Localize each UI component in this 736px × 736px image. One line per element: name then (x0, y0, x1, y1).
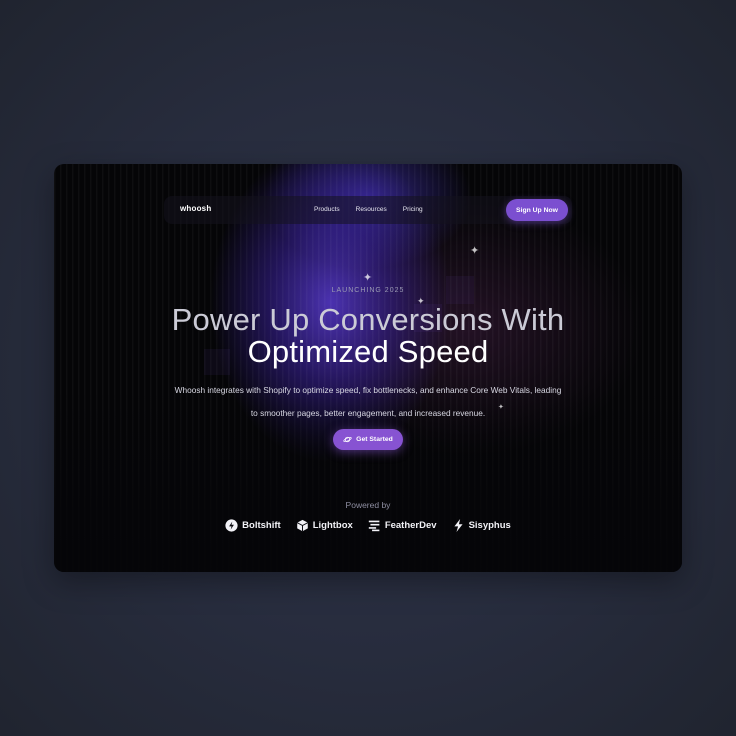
bolt-icon (225, 519, 238, 532)
partner-name: Boltshift (242, 520, 281, 531)
hero-frame: ✦ ✦ ✦ ✦ whoosh Products Resources Pricin… (54, 164, 682, 572)
partner-boltshift: Boltshift (225, 519, 281, 532)
powered-by-label: Powered by (345, 500, 391, 510)
cube-icon (296, 519, 308, 532)
sparkle-icon: ✦ (470, 245, 480, 257)
partner-featherdev: FeatherDev (368, 519, 437, 532)
planet-icon (343, 436, 352, 443)
lightning-icon (454, 519, 463, 532)
get-started-button[interactable]: Get Started (333, 429, 403, 450)
hero-subtitle-line2: to smoother pages, better engagement, an… (250, 408, 486, 418)
nav-links: Products Resources Pricing (314, 206, 423, 213)
nav-link-products[interactable]: Products (314, 206, 340, 213)
sign-up-button[interactable]: Sign Up Now (506, 199, 568, 221)
partner-sisyphus: Sisyphus (452, 519, 511, 532)
nav-link-pricing[interactable]: Pricing (403, 206, 423, 213)
hero-title-line2: Optimized Speed (247, 334, 489, 369)
hero-title-line1: Power Up Conversions With (171, 302, 565, 337)
launch-eyebrow: LAUNCHING 2025 (331, 287, 405, 294)
partner-name: Sisyphus (468, 520, 511, 531)
partner-name: FeatherDev (384, 520, 437, 531)
nav-link-resources[interactable]: Resources (356, 206, 387, 213)
feather-icon (368, 520, 380, 532)
hero-subtitle: Whoosh integrates with Shopify to optimi… (144, 379, 592, 425)
hero-subtitle-line1: Whoosh integrates with Shopify to optimi… (174, 385, 562, 395)
partner-name: Lightbox (312, 520, 353, 531)
whoosh-logo[interactable]: whoosh (180, 204, 211, 213)
partner-lightbox: Lightbox (296, 519, 353, 532)
partner-logos: Boltshift Lightbox FeatherDev Sisyphus (54, 519, 682, 532)
sparkle-icon: ✦ (363, 272, 373, 284)
get-started-label: Get Started (356, 436, 393, 443)
